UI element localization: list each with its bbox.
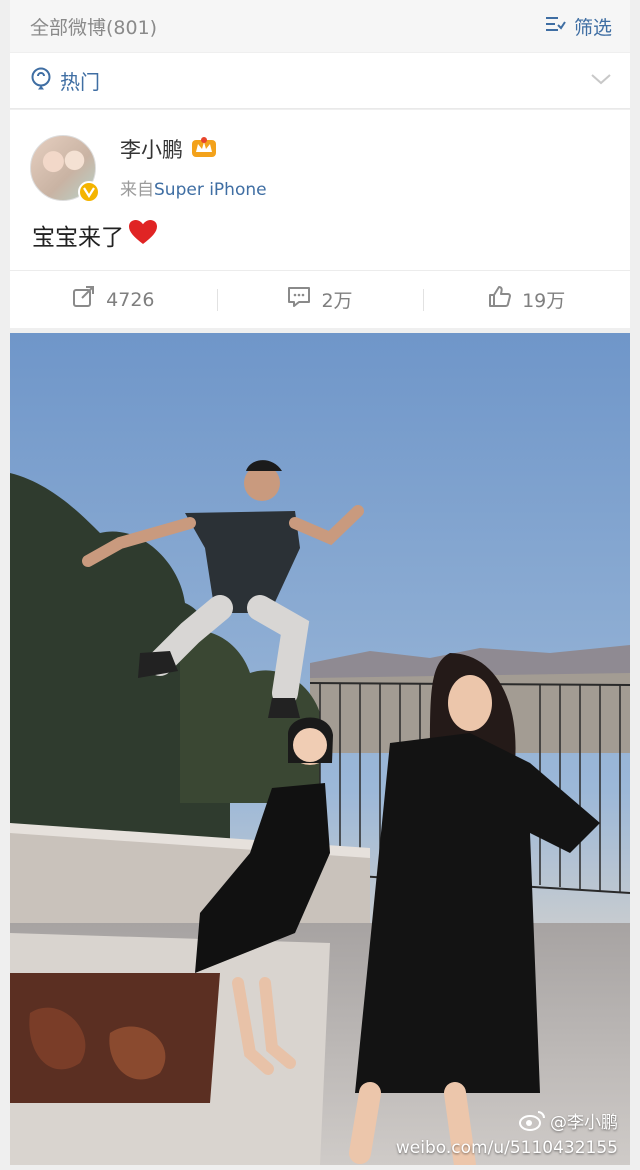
source-device[interactable]: Super iPhone [154,180,267,200]
weibo-logo-icon [518,1109,546,1137]
repost-icon [72,286,96,313]
hot-label: 热门 [60,70,100,94]
watermark-handle: @李小鹏 [550,1113,618,1133]
hot-section-row[interactable]: 热门 [10,53,630,109]
like-count: 19万 [522,290,566,312]
weibo-page: 全部微博(801) 筛选 热门 李小鹏 来自Super iPhone 宝宝来了 … [0,0,640,1170]
repost-button[interactable]: 4726 [10,271,217,328]
post-text: 宝宝来了 [32,225,124,251]
comment-button[interactable]: 2万 [216,271,424,328]
filter-button[interactable]: 筛选 [544,13,612,40]
comment-icon [287,286,311,313]
repost-count: 4726 [106,288,155,311]
photo-watermark: @李小鹏 weibo.com/u/5110432155 [396,1109,618,1159]
post-photo[interactable]: @李小鹏 weibo.com/u/5110432155 [10,333,630,1165]
source-prefix: 来自 [120,180,154,200]
like-button[interactable]: 19万 [423,271,630,328]
family-photo-illustration [10,333,630,1165]
thumbs-up-icon [488,286,512,313]
post-card: 李小鹏 来自Super iPhone 宝宝来了 4726 2万 19万 [10,110,630,328]
filter-label: 筛选 [573,16,612,39]
location-pin-icon [30,67,52,95]
author-name[interactable]: 李小鹏 [120,134,183,164]
post-source: 来自Super iPhone [120,175,267,200]
watermark-url: weibo.com/u/5110432155 [395,1138,618,1158]
top-bar: 全部微博(801) 筛选 [10,0,630,52]
red-heart-icon [128,219,158,251]
all-posts-title: 全部微博(801) [30,16,158,39]
comment-count: 2万 [321,290,353,312]
filter-icon [544,14,566,39]
verified-v-icon [78,181,100,203]
post-text-row: 宝宝来了 [32,218,158,252]
vip-crown-icon [191,136,217,162]
chevron-down-icon[interactable] [590,71,612,90]
post-actions: 4726 2万 19万 [10,270,630,328]
